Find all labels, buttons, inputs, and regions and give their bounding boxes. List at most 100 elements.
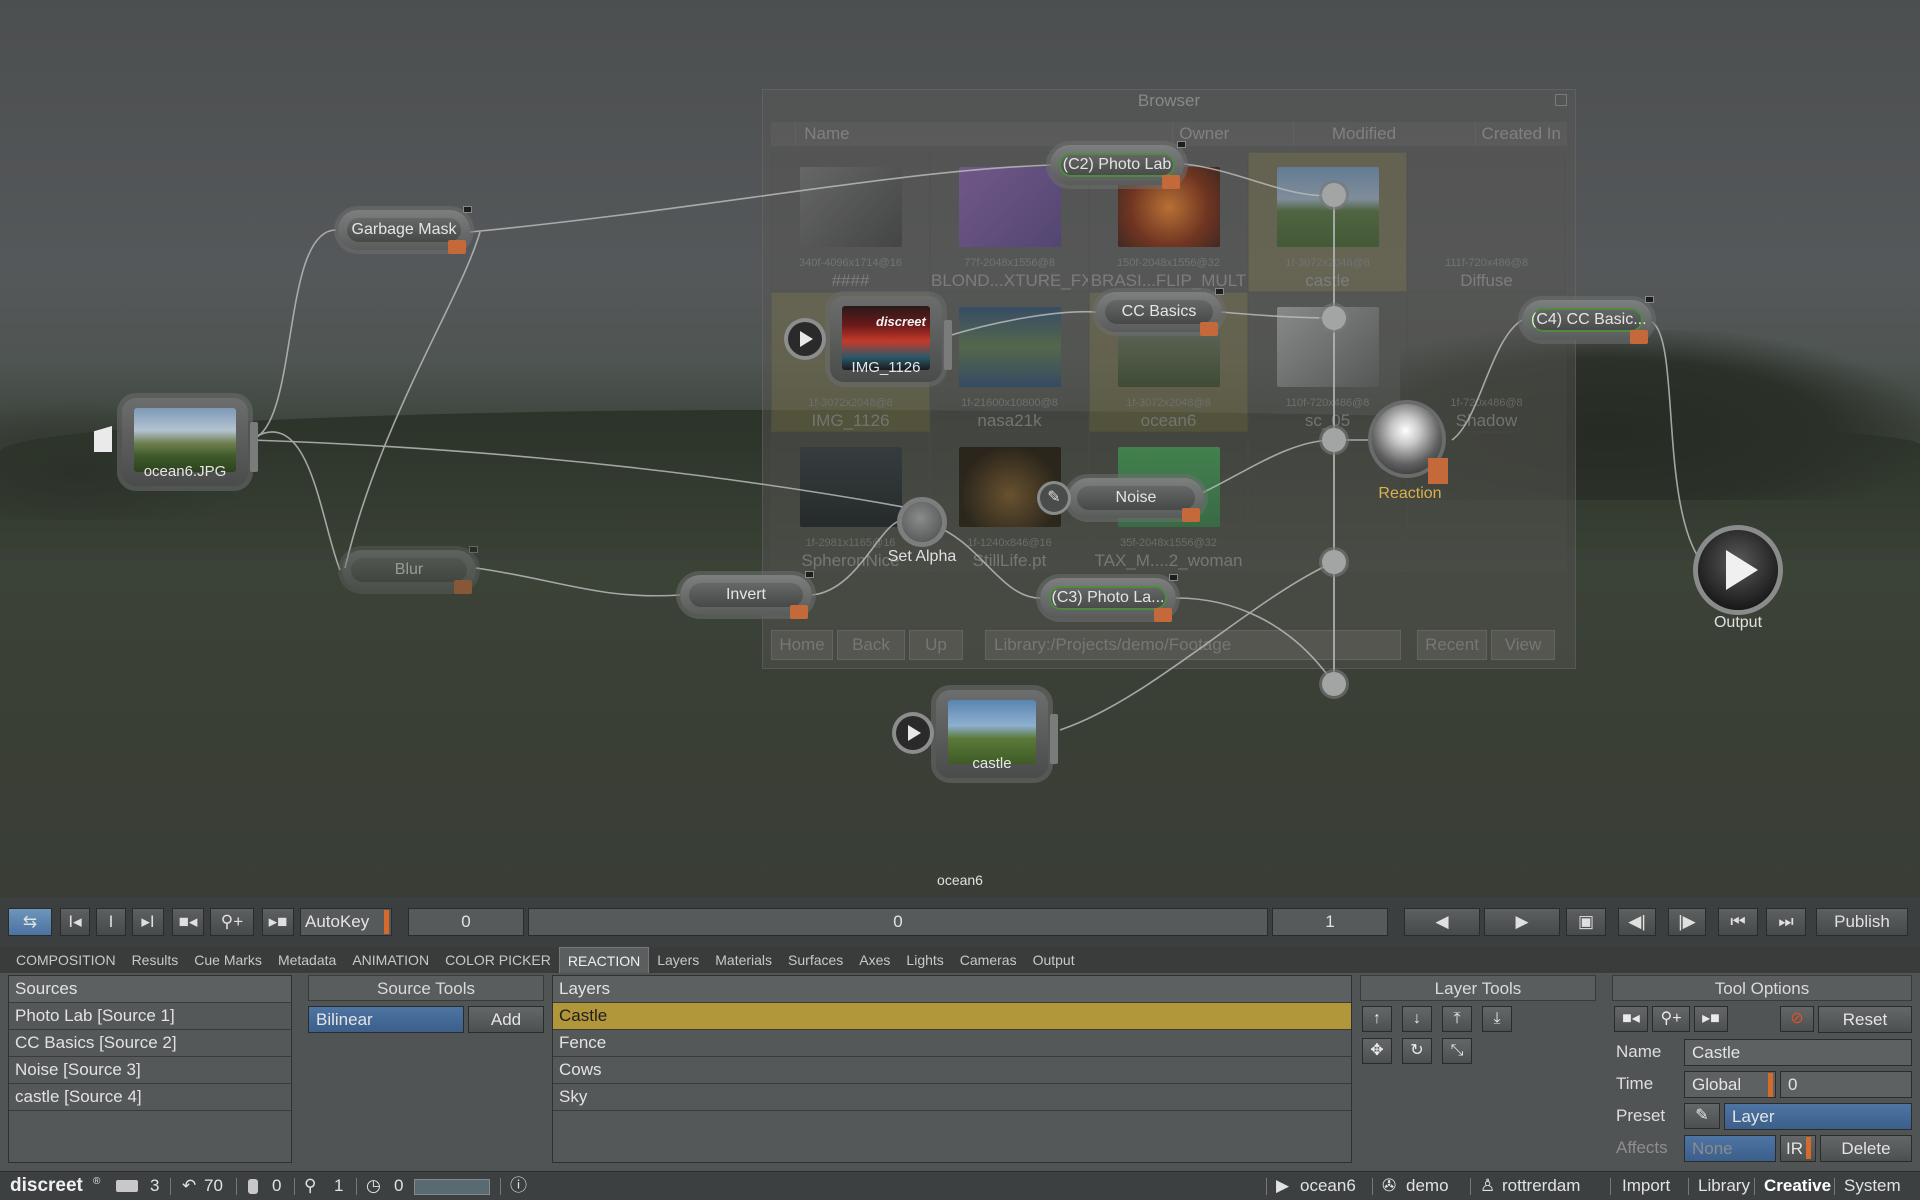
menu-creative[interactable]: Creative	[1764, 1172, 1831, 1200]
list-item[interactable]: Cows	[553, 1057, 1351, 1084]
node-port[interactable]	[805, 571, 814, 578]
tab-composition[interactable]: COMPOSITION	[8, 947, 124, 973]
key-next-icon[interactable]: ▸■	[1694, 1006, 1728, 1032]
move-bottom-icon[interactable]: ⤓	[1482, 1006, 1512, 1032]
list-item-selected[interactable]: Castle	[553, 1003, 1351, 1030]
node-port[interactable]	[1645, 296, 1654, 303]
disable-icon[interactable]: ⊘	[1780, 1006, 1814, 1032]
menu-import[interactable]: Import	[1622, 1172, 1670, 1200]
tab-reaction[interactable]: REACTION	[558, 947, 650, 973]
bus-junction[interactable]	[1322, 306, 1346, 330]
list-item[interactable]: Sky	[553, 1084, 1351, 1111]
bus-junction[interactable]	[1322, 428, 1346, 452]
tab-surfaces[interactable]: Surfaces	[780, 947, 851, 973]
go-end-button[interactable]: ▸I	[132, 908, 164, 936]
node-blur[interactable]: Blur	[342, 546, 478, 594]
step-forward-button[interactable]: |▶	[1668, 908, 1706, 936]
tab-animation[interactable]: ANIMATION	[344, 947, 437, 973]
noise-tool-icon[interactable]: ✎	[1040, 484, 1068, 512]
info-icon[interactable]: ⓘ	[510, 1172, 527, 1200]
node-noise[interactable]: Noise	[1068, 478, 1204, 522]
play-loop-button[interactable]: ▣	[1566, 908, 1606, 936]
play-backward-button[interactable]: ◀	[1404, 908, 1480, 936]
bus-junction[interactable]	[1322, 183, 1346, 207]
move-down-icon[interactable]: ↓	[1402, 1006, 1432, 1032]
node-port[interactable]	[463, 206, 472, 213]
set-alpha-node[interactable]	[902, 502, 942, 542]
menu-library[interactable]: Library	[1698, 1172, 1750, 1200]
viewport[interactable]: Browser Name Owner Modified Created In 3…	[0, 0, 1920, 897]
timeline-scrubber[interactable]: 0	[528, 908, 1268, 936]
image-node-handle[interactable]	[250, 422, 258, 472]
time-mode-dropdown[interactable]: Global	[1684, 1071, 1776, 1098]
node-port[interactable]	[1177, 141, 1186, 148]
list-item[interactable]: castle [Source 4]	[9, 1084, 291, 1111]
autokey-button[interactable]: AutoKey	[300, 908, 392, 936]
image-node-handle[interactable]	[1050, 714, 1058, 764]
tab-cue-marks[interactable]: Cue Marks	[186, 947, 270, 973]
list-item[interactable]: Fence	[553, 1030, 1351, 1057]
node-port[interactable]	[1215, 288, 1224, 295]
set-out-button[interactable]: ▸■	[262, 908, 294, 936]
image-node-img1126[interactable]: discreet IMG_1126	[830, 296, 952, 382]
node-port[interactable]	[469, 546, 478, 553]
bus-junction[interactable]	[1322, 672, 1346, 696]
list-item[interactable]: CC Basics [Source 2]	[9, 1030, 291, 1057]
preset-icon[interactable]: ✎	[1684, 1103, 1720, 1129]
tab-materials[interactable]: Materials	[707, 947, 780, 973]
current-frame-button[interactable]: I	[96, 908, 126, 936]
tab-axes[interactable]: Axes	[851, 947, 898, 973]
node-cc-basics[interactable]: CC Basics	[1096, 288, 1224, 336]
delete-button[interactable]: Delete	[1820, 1135, 1912, 1162]
tab-output[interactable]: Output	[1025, 947, 1083, 973]
tab-results[interactable]: Results	[124, 947, 187, 973]
node-photo-lab-c3[interactable]: (C3) Photo La...	[1040, 574, 1178, 622]
move-up-icon[interactable]: ↑	[1362, 1006, 1392, 1032]
image-node-castle[interactable]: castle	[936, 690, 1058, 778]
affects-dropdown[interactable]: None	[1684, 1135, 1776, 1162]
prev-key-button[interactable]: ⏮	[1718, 908, 1758, 936]
play-forward-button[interactable]: ▶	[1484, 908, 1560, 936]
node-port[interactable]	[1169, 574, 1178, 581]
sources-list[interactable]: Sources Photo Lab [Source 1] CC Basics […	[8, 975, 292, 1163]
user-name[interactable]: rottrerdam	[1502, 1172, 1580, 1200]
set-in-button[interactable]: ■◂	[172, 908, 204, 936]
play-icon[interactable]	[896, 716, 930, 750]
go-start-button[interactable]: I◂	[60, 908, 90, 936]
list-item[interactable]: Noise [Source 3]	[9, 1057, 291, 1084]
time-value-field[interactable]: 0	[1780, 1071, 1912, 1098]
layers-list[interactable]: Layers Castle Fence Cows Sky	[552, 975, 1352, 1163]
bus-junction[interactable]	[1322, 550, 1346, 574]
menu-system[interactable]: System	[1844, 1172, 1901, 1200]
start-frame-field[interactable]: 0	[408, 908, 524, 936]
tab-layers[interactable]: Layers	[649, 947, 707, 973]
image-node-ocean6[interactable]: ocean6.JPG	[122, 398, 258, 486]
filter-dropdown[interactable]: Bilinear	[308, 1006, 464, 1033]
tab-metadata[interactable]: Metadata	[270, 947, 344, 973]
zoom-keys-button[interactable]: ⚲+	[210, 908, 254, 936]
add-button[interactable]: Add	[468, 1006, 544, 1033]
key-zoom-icon[interactable]: ⚲+	[1652, 1006, 1690, 1032]
reset-button[interactable]: Reset	[1818, 1006, 1912, 1033]
scale-icon[interactable]: ⤡	[1442, 1038, 1472, 1064]
preset-dropdown[interactable]: Layer	[1724, 1103, 1912, 1130]
key-prev-icon[interactable]: ■◂	[1614, 1006, 1648, 1032]
name-field[interactable]: Castle	[1684, 1039, 1912, 1066]
tab-color-picker[interactable]: COLOR PICKER	[437, 947, 559, 973]
list-item[interactable]: Photo Lab [Source 1]	[9, 1003, 291, 1030]
end-frame-field[interactable]: 1	[1272, 908, 1388, 936]
node-invert[interactable]: Invert	[680, 571, 814, 619]
play-icon[interactable]	[788, 322, 822, 356]
project-name[interactable]: demo	[1406, 1172, 1449, 1200]
publish-button[interactable]: Publish	[1816, 908, 1908, 936]
move-top-icon[interactable]: ⤒	[1442, 1006, 1472, 1032]
step-back-button[interactable]: ◀|	[1618, 908, 1656, 936]
node-garbage-mask[interactable]: Garbage Mask	[338, 206, 472, 254]
image-node-handle[interactable]	[944, 320, 952, 370]
node-photo-lab-c2[interactable]: (C2) Photo Lab	[1050, 141, 1186, 189]
transform-move-icon[interactable]: ✥	[1362, 1038, 1392, 1064]
tab-cameras[interactable]: Cameras	[952, 947, 1025, 973]
next-key-button[interactable]: ⏭	[1766, 908, 1806, 936]
rotate-icon[interactable]: ↻	[1402, 1038, 1432, 1064]
tab-lights[interactable]: Lights	[898, 947, 951, 973]
